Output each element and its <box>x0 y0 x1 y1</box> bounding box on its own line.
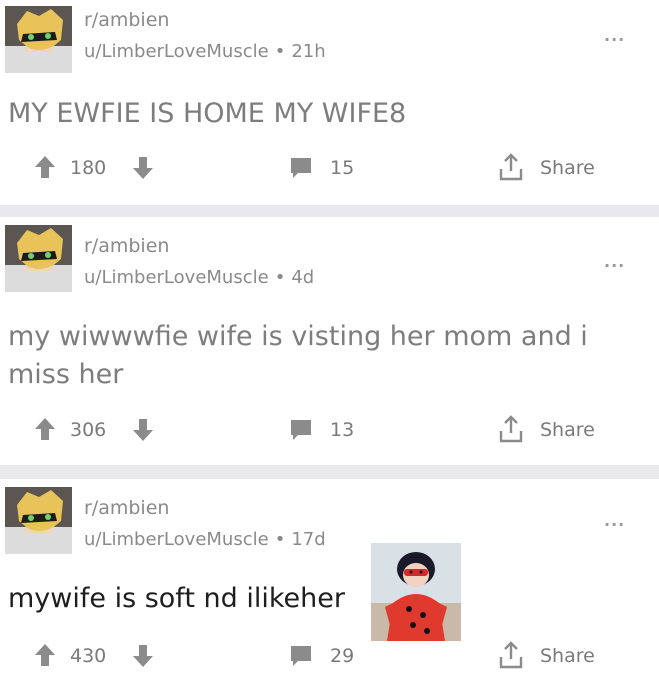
avatar[interactable] <box>5 6 72 73</box>
arrow-up-icon[interactable] <box>34 155 56 179</box>
share-icon[interactable] <box>497 414 525 444</box>
comment-icon[interactable] <box>289 644 313 668</box>
post-age: 4d <box>291 267 315 288</box>
meta-separator: • <box>274 41 286 62</box>
subreddit-link[interactable]: r/ambien <box>84 497 169 519</box>
post-title[interactable]: my wiwwwfie wife is visting her mom and … <box>8 318 648 394</box>
share-button[interactable]: Share <box>540 645 595 667</box>
more-options-icon[interactable]: ··· <box>604 30 625 49</box>
author-link[interactable]: u/LimberLoveMuscle <box>84 267 269 288</box>
meta-separator: • <box>274 529 286 550</box>
post-age: 21h <box>291 41 326 62</box>
share-icon[interactable] <box>497 640 525 670</box>
avatar[interactable] <box>5 225 72 292</box>
subreddit-link[interactable]: r/ambien <box>84 235 169 257</box>
post-title[interactable]: MY EWFIE IS HOME MY WIFE8 <box>8 95 648 133</box>
post-meta: u/LimberLoveMuscle • 21h <box>84 41 326 62</box>
post-meta: u/LimberLoveMuscle • 17d <box>84 529 326 550</box>
post-card[interactable]: r/ambien u/LimberLoveMuscle • 21h ··· MY E… <box>0 0 659 205</box>
comment-count[interactable]: 13 <box>330 419 354 441</box>
post-title[interactable]: mywife is soft nd ilikeher <box>8 580 648 618</box>
share-button[interactable]: Share <box>540 157 595 179</box>
meta-separator: • <box>274 267 286 288</box>
arrow-down-icon[interactable] <box>132 644 154 668</box>
post-divider <box>0 465 659 479</box>
comment-count[interactable]: 29 <box>330 645 354 667</box>
share-button[interactable]: Share <box>540 419 595 441</box>
comment-icon[interactable] <box>289 418 313 442</box>
arrow-up-icon[interactable] <box>34 643 56 667</box>
more-options-icon[interactable]: ··· <box>604 256 625 275</box>
ladybug-sticker <box>371 543 461 641</box>
arrow-up-icon[interactable] <box>34 417 56 441</box>
vote-count: 306 <box>70 419 107 441</box>
avatar[interactable] <box>5 487 72 554</box>
arrow-down-icon[interactable] <box>132 418 154 442</box>
post-card[interactable]: r/ambien u/LimberLoveMuscle • 17d ··· mywi… <box>0 479 659 680</box>
more-options-icon[interactable]: ··· <box>604 515 625 534</box>
author-link[interactable]: u/LimberLoveMuscle <box>84 529 269 550</box>
vote-count: 180 <box>70 157 107 179</box>
share-icon[interactable] <box>497 152 525 182</box>
comment-icon[interactable] <box>289 156 313 180</box>
post-card[interactable]: r/ambien u/LimberLoveMuscle • 4d ··· my wi… <box>0 217 659 465</box>
subreddit-link[interactable]: r/ambien <box>84 9 169 31</box>
post-divider <box>0 205 659 217</box>
vote-count: 430 <box>70 645 107 667</box>
arrow-down-icon[interactable] <box>132 156 154 180</box>
post-age: 17d <box>291 529 326 550</box>
author-link[interactable]: u/LimberLoveMuscle <box>84 41 269 62</box>
post-meta: u/LimberLoveMuscle • 4d <box>84 267 314 288</box>
comment-count[interactable]: 15 <box>330 157 354 179</box>
